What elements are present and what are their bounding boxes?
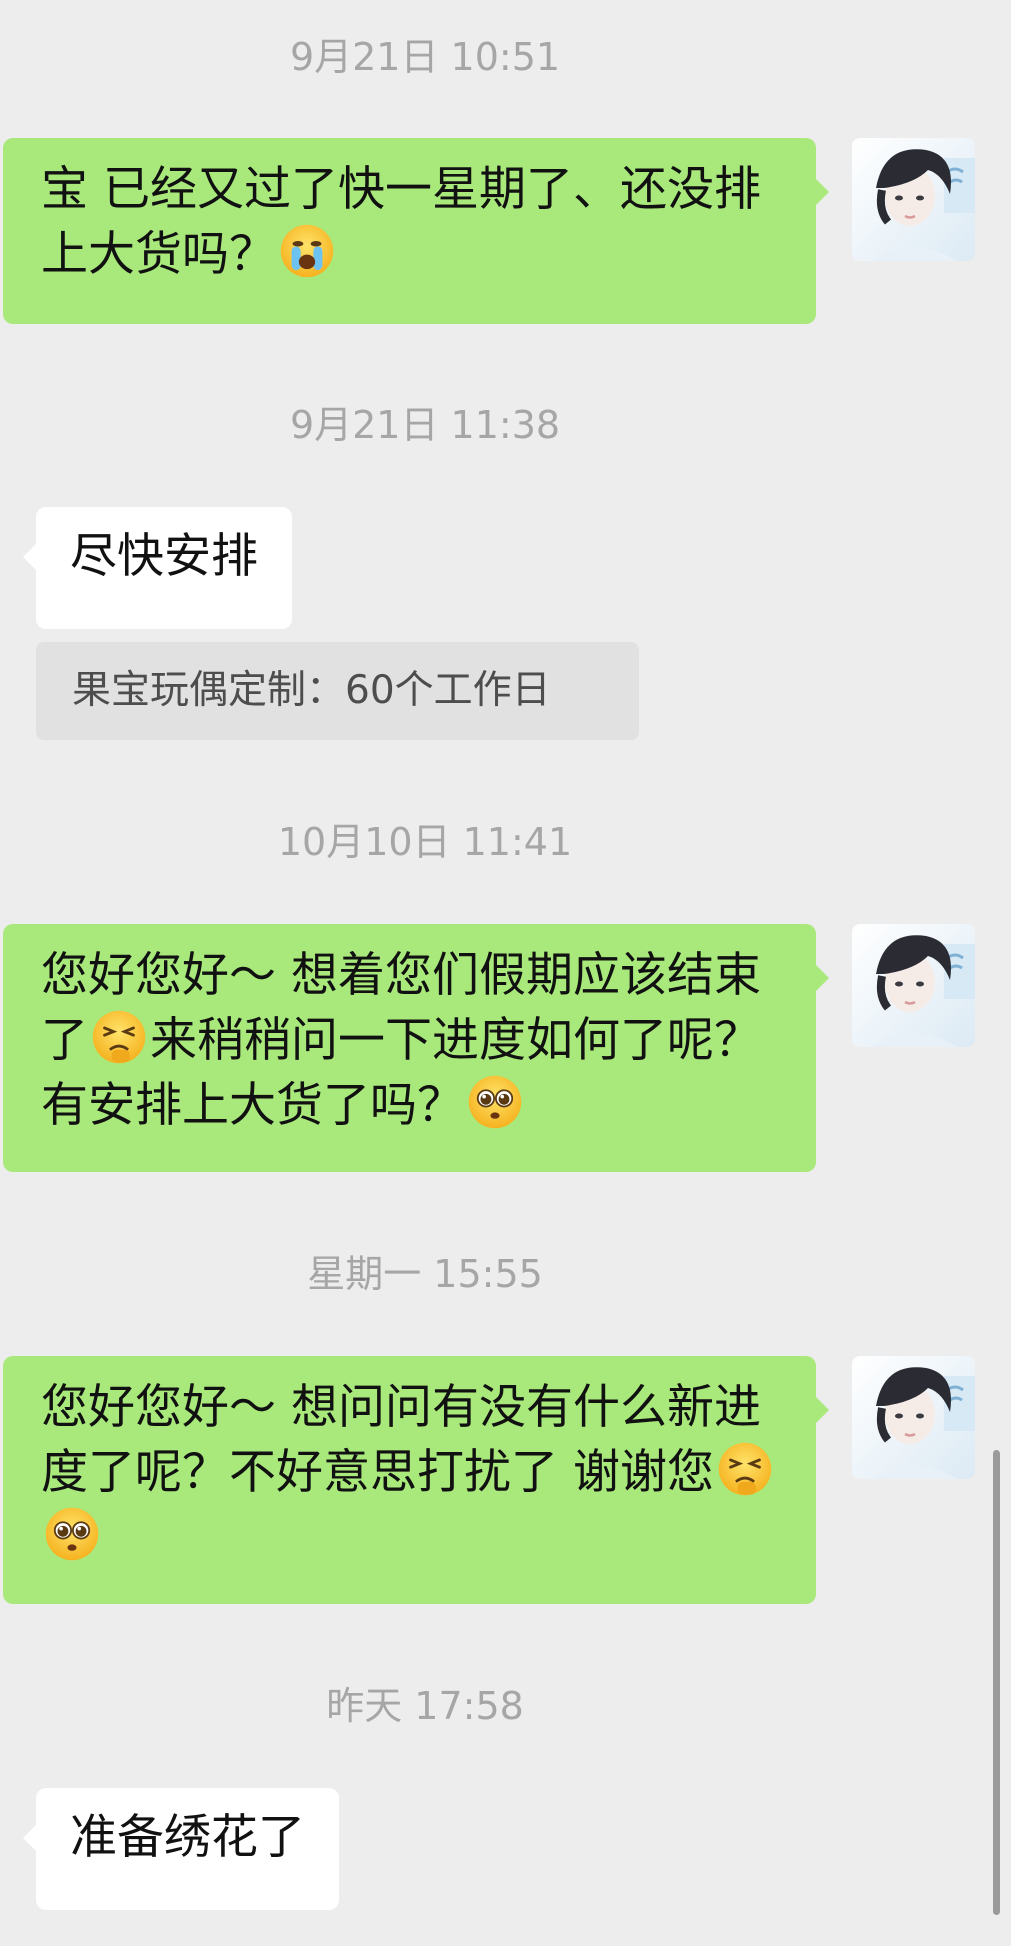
sent-message-bubble[interactable]: 您好您好～ 想问问有没有什么新进度了呢？不好意思打扰了 谢谢您 (3, 1356, 829, 1604)
sent-message-bubble[interactable]: 您好您好～ 想着您们假期应该结束了 来稍稍问一下进度如何了呢？有安排上大货了吗？ (3, 924, 829, 1172)
timestamp: 昨天 17:58 (326, 1684, 524, 1728)
timestamp: 星期一 15:55 (307, 1252, 543, 1296)
avatar-image (852, 924, 975, 1047)
product-info-note: 果宝玩偶定制：60个工作日 (36, 642, 639, 740)
message-text: 准备绣花了 (70, 1810, 305, 1865)
message-text: 您好您好～ 想问问有没有什么新进度了呢？不好意思打扰了 谢谢您 (41, 1380, 761, 1500)
chat-window: 9月21日 10:51 宝 已经又过了快一星期了、还没排上大货吗？ 9月21日 … (0, 0, 1011, 1946)
message-text: 尽快安排 (70, 529, 258, 584)
message-text: 宝 已经又过了快一星期了、还没排上大货吗？ (41, 162, 761, 282)
received-message-bubble[interactable]: 准备绣花了 (23, 1788, 339, 1910)
timestamp: 9月21日 11:38 (289, 403, 561, 447)
loudly-crying-face-emoji-icon (280, 224, 334, 278)
pleading-face-emoji-icon (45, 1507, 99, 1561)
sent-message-bubble[interactable]: 宝 已经又过了快一星期了、还没排上大货吗？ (3, 138, 829, 324)
message-text-part2: 来稍稍问一下进度如何了呢？有安排上大货了吗？ (41, 1013, 761, 1133)
scrollbar[interactable] (993, 1450, 1000, 1915)
avatar-image (852, 1356, 975, 1479)
avatar-image (852, 138, 975, 261)
persevering-face-emoji-icon (92, 1010, 146, 1064)
persevering-face-emoji-icon (718, 1442, 772, 1496)
user-avatar[interactable] (852, 138, 975, 261)
received-message-bubble[interactable]: 尽快安排 (23, 507, 292, 629)
pleading-face-emoji-icon (468, 1075, 522, 1129)
timestamp: 9月21日 10:51 (289, 35, 561, 79)
user-avatar[interactable] (852, 924, 975, 1047)
user-avatar[interactable] (852, 1356, 975, 1479)
timestamp: 10月10日 11:41 (277, 820, 573, 864)
